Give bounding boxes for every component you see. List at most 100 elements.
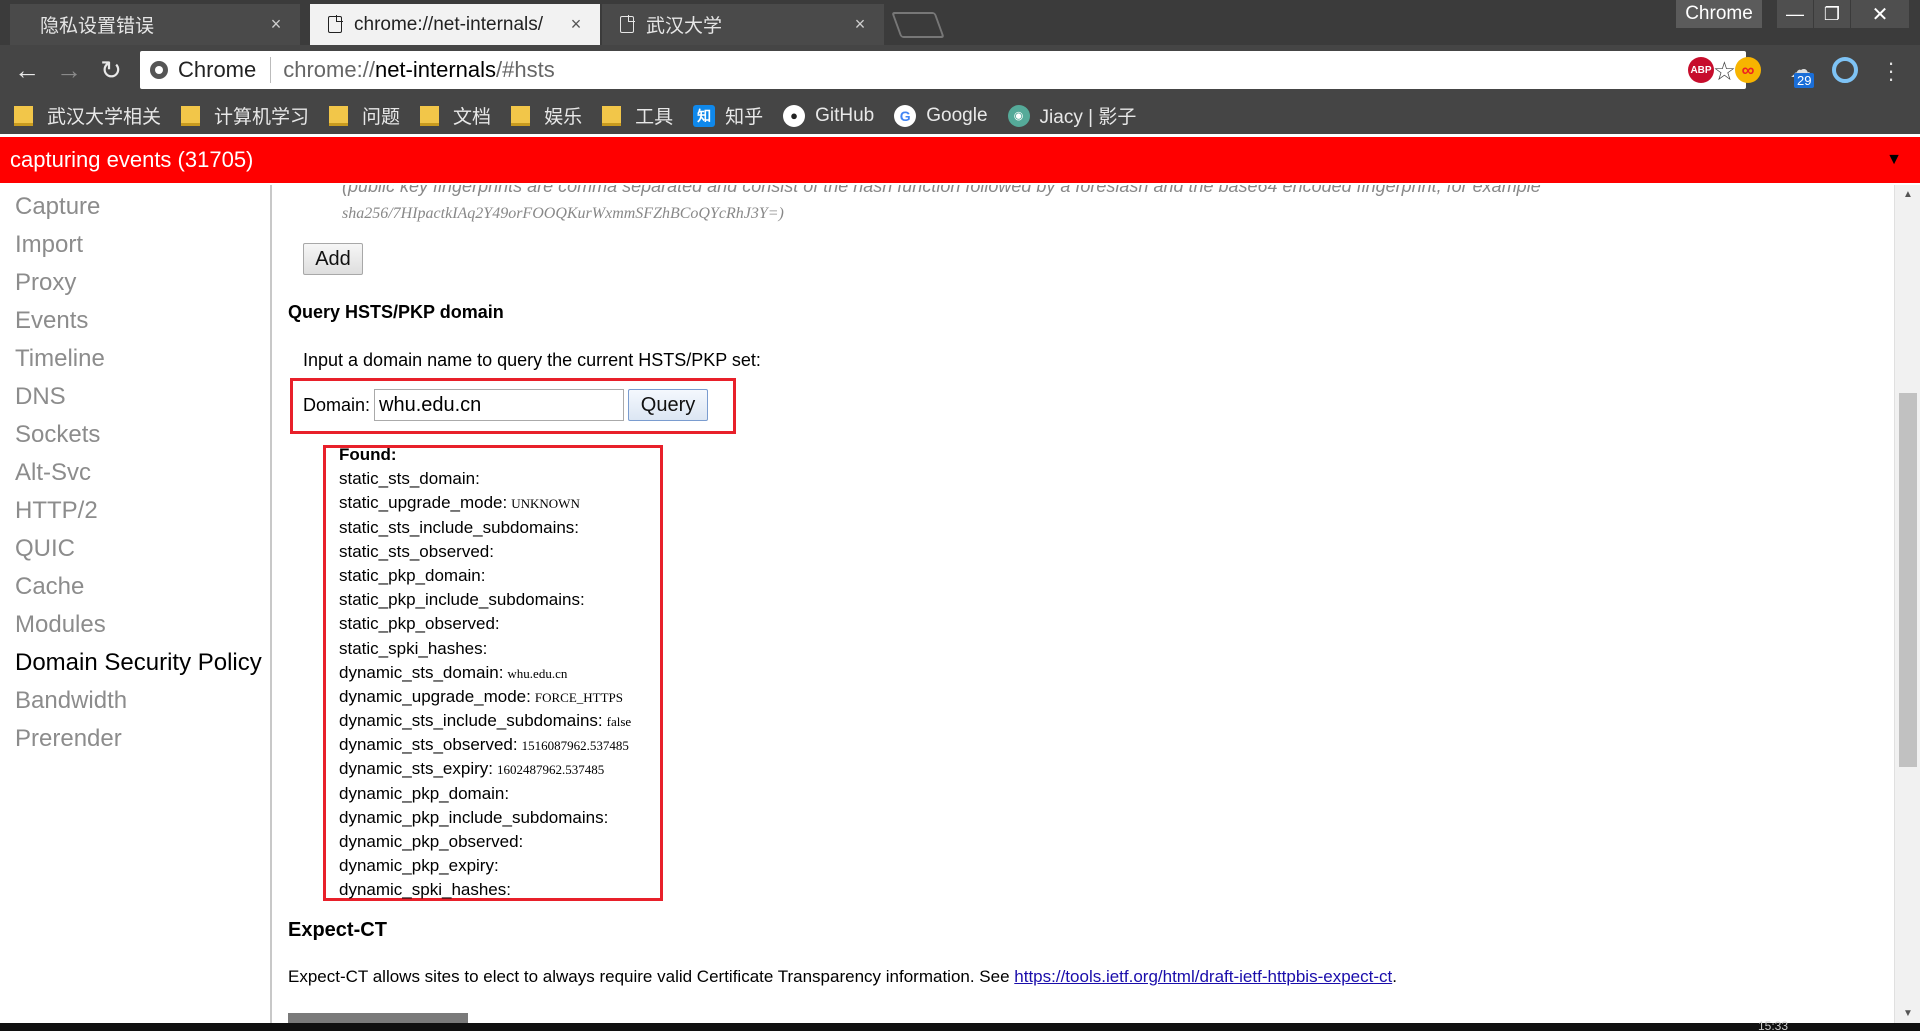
browser-toolbar: ← → ↻ Chrome chrome:// net-internals /#h… <box>0 45 1920 97</box>
result-key: dynamic_upgrade_mode: <box>339 686 531 706</box>
zhihu-icon: 知 <box>693 104 716 127</box>
close-icon[interactable]: × <box>266 14 286 35</box>
vertical-scrollbar[interactable]: ▲ ▼ <box>1894 185 1920 1023</box>
add-button[interactable]: Add <box>303 243 363 275</box>
sidebar-item-modules[interactable]: Modules <box>0 607 270 645</box>
main-content: (public key fingerprints are comma separ… <box>274 185 1894 1023</box>
infinity-icon[interactable]: ∞ <box>1735 57 1761 83</box>
scroll-down-arrow-icon[interactable]: ▼ <box>1895 1008 1920 1019</box>
minimize-icon[interactable]: — <box>1777 0 1813 28</box>
tab-whu[interactable]: 武汉大学 × <box>602 4 884 45</box>
result-row: static_sts_include_subdomains: <box>339 516 669 540</box>
sidebar-item-http2[interactable]: HTTP/2 <box>0 493 270 531</box>
page-icon <box>328 15 343 33</box>
expect-ct-spec-link[interactable]: https://tools.ietf.org/html/draft-ietf-h… <box>1014 967 1392 986</box>
domain-input[interactable] <box>374 389 624 421</box>
sidebar-item-events[interactable]: Events <box>0 303 270 341</box>
net-internals-sidebar: Capture Import Proxy Events Timeline DNS… <box>0 185 272 1023</box>
bookmark-label: Jiacy | 影子 <box>1039 107 1137 128</box>
url-host: net-internals <box>374 57 497 82</box>
bookmark-label: 知乎 <box>725 107 764 128</box>
profile-button[interactable]: Chrome <box>1676 0 1762 28</box>
bookmark-jiacy[interactable]: ◉ Jiacy | 影子 <box>1007 102 1137 129</box>
menu-kebab-icon[interactable]: · · · <box>1886 52 1896 90</box>
bookmark-google[interactable]: G Google <box>894 104 988 127</box>
result-row: dynamic_sts_expiry: 1602487962.537485 <box>339 757 669 781</box>
scrollbar-thumb[interactable] <box>1899 393 1917 767</box>
badge-label: Chrome <box>178 57 257 82</box>
new-tab-button[interactable] <box>891 12 945 38</box>
bookmark-folder[interactable]: 武汉大学相关 <box>14 102 161 129</box>
address-bar[interactable]: Chrome chrome:// net-internals /#hsts ☆ <box>140 51 1746 89</box>
bookmark-folder[interactable]: 问题 <box>329 102 400 129</box>
pk-fingerprint-note: (public key fingerprints are comma separ… <box>342 185 1541 196</box>
close-icon[interactable]: × <box>566 14 586 35</box>
result-value: 1516087962.537485 <box>521 738 629 754</box>
domain-label: Domain: <box>303 395 371 415</box>
back-arrow-icon[interactable]: ← <box>10 53 44 87</box>
sidebar-item-bandwidth[interactable]: Bandwidth <box>0 683 270 721</box>
capture-status-bar: capturing events (31705) ▼ <box>0 137 1920 183</box>
result-key: static_pkp_domain: <box>339 565 486 585</box>
chevron-down-icon[interactable]: ▼ <box>1886 151 1902 169</box>
bookmark-label: 工具 <box>635 107 674 128</box>
sidebar-item-prerender[interactable]: Prerender <box>0 721 270 759</box>
window-close-icon[interactable]: ✕ <box>1851 0 1909 28</box>
result-key: dynamic_sts_observed: <box>339 735 518 755</box>
expect-ct-heading: Expect-CT <box>288 919 387 941</box>
query-results-list: Found: static_sts_domain: static_upgrade_… <box>339 443 669 903</box>
bookmark-zhihu[interactable]: 知知乎 <box>693 102 763 129</box>
sidebar-item-cache[interactable]: Cache <box>0 569 270 607</box>
result-key: static_upgrade_mode: <box>339 493 508 513</box>
bookmark-folder[interactable]: 文档 <box>420 102 491 129</box>
bookmark-label: GitHub <box>815 104 875 126</box>
bookmark-label: Google <box>926 104 988 126</box>
bookmark-label: 武汉大学相关 <box>47 107 162 128</box>
result-key: dynamic_sts_domain: <box>339 662 504 682</box>
query-button[interactable]: Query <box>628 389 708 421</box>
reload-icon[interactable]: ↻ <box>94 53 128 87</box>
expect-ct-text: Expect-CT allows sites to elect to alway… <box>288 967 1015 986</box>
sidebar-item-sockets[interactable]: Sockets <box>0 417 270 455</box>
ring-icon[interactable] <box>1832 57 1858 83</box>
maximize-icon[interactable]: ❐ <box>1814 0 1850 28</box>
adblock-plus-icon[interactable]: ABP <box>1688 57 1714 83</box>
sidebar-item-capture[interactable]: Capture <box>0 189 270 227</box>
bookmark-github[interactable]: ● GitHub <box>783 104 875 127</box>
result-row: dynamic_sts_observed: 1516087962.537485 <box>339 733 669 757</box>
sidebar-item-domain-security-policy[interactable]: Domain Security Policy <box>0 645 270 683</box>
sidebar-item-import[interactable]: Import <box>0 227 270 265</box>
tab-net-internals[interactable]: chrome://net-internals/ × <box>310 4 600 45</box>
forward-arrow-icon[interactable]: → <box>52 53 86 87</box>
google-icon: G <box>894 104 917 127</box>
extension-badge: 29 <box>1794 73 1815 88</box>
sidebar-item-proxy[interactable]: Proxy <box>0 265 270 303</box>
result-row: static_spki_hashes: <box>339 637 669 661</box>
sidebar-item-alt-svc[interactable]: Alt-Svc <box>0 455 270 493</box>
sidebar-item-timeline[interactable]: Timeline <box>0 341 270 379</box>
bookmark-star-icon[interactable]: ☆ <box>1713 56 1736 87</box>
sidebar-item-dns[interactable]: DNS <box>0 379 270 417</box>
bookmark-label: 问题 <box>362 107 401 128</box>
folder-icon <box>511 105 531 126</box>
github-icon: ● <box>783 104 806 127</box>
query-section-heading: Query HSTS/PKP domain <box>288 302 504 322</box>
result-value: UNKNOWN <box>511 496 580 512</box>
result-value: FORCE_HTTPS <box>534 689 623 705</box>
result-row: static_pkp_observed: <box>339 612 669 636</box>
chrome-page-badge[interactable]: Chrome <box>140 57 270 83</box>
query-instructions: Input a domain name to query the current… <box>303 350 761 370</box>
bookmark-folder[interactable]: 计算机学习 <box>181 102 309 129</box>
tab-privacy-error[interactable]: 隐私设置错误 × <box>10 4 300 45</box>
url-path: /#hsts <box>496 57 555 82</box>
tab-title: 武汉大学 <box>646 16 723 37</box>
sidebar-item-quic[interactable]: QUIC <box>0 531 270 569</box>
bookmark-folder[interactable]: 娱乐 <box>511 102 582 129</box>
scroll-up-arrow-icon[interactable]: ▲ <box>1895 189 1920 200</box>
close-icon[interactable]: × <box>850 14 870 35</box>
result-row: dynamic_pkp_observed: <box>339 830 669 854</box>
result-value: whu.edu.cn <box>507 665 568 681</box>
result-row: static_pkp_domain: <box>339 564 669 588</box>
bookmark-folder[interactable]: 工具 <box>602 102 673 129</box>
os-taskbar: 15:33 <box>0 1019 1920 1031</box>
